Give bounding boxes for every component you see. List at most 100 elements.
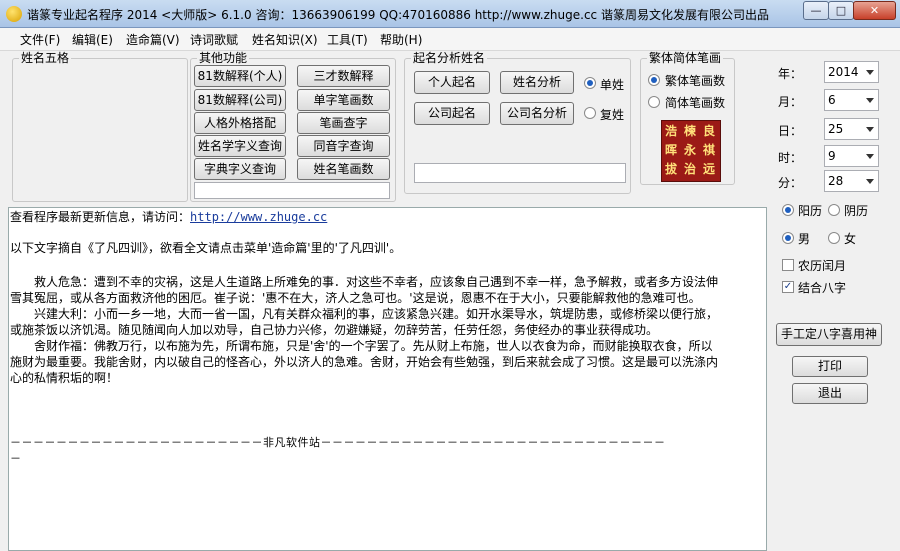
window-title: 谐篆专业起名程序 2014 <大师版> 6.1.0 咨询：13663906199…	[27, 8, 769, 22]
name-analysis-input[interactable]	[414, 163, 626, 183]
traditional-label: 繁体笔画数	[665, 74, 726, 88]
menu-bar: 文件(F) 编辑(E) 造命篇(V) 诗词歌赋 姓名知识(X) 工具(T) 帮助…	[0, 28, 900, 51]
btn-name-strokes[interactable]: 姓名笔画数	[297, 158, 390, 180]
radio-traditional[interactable]	[648, 74, 660, 86]
radio-single-surname[interactable]	[584, 77, 596, 89]
stroke-type-group: 繁体简体笔画 繁体笔画数 简体笔画数 浩 楝 良 晖 永 祺 拔 治 远	[640, 51, 735, 185]
bazi-label: 结合八字	[798, 281, 847, 295]
leap-month-checkbox[interactable]	[782, 259, 794, 271]
char-tile: 永	[683, 143, 696, 157]
manual-bazi-button[interactable]: 手工定八字喜用神	[776, 323, 882, 346]
para2-line2: 或施茶饭以济饥渴。随见随闻向人加以劝导，自己协力兴修，勿避嫌疑，勿辞劳苦，任劳任…	[10, 323, 659, 337]
btn-homophone[interactable]: 同音字查询	[297, 135, 390, 157]
print-button[interactable]: 打印	[792, 356, 868, 377]
radio-male[interactable]	[782, 232, 794, 244]
divider-tail: －	[10, 452, 21, 465]
char-tile: 良	[702, 124, 715, 138]
calligraphy-image: 浩 楝 良 晖 永 祺 拔 治 远	[661, 120, 721, 182]
btn-company-analysis[interactable]: 公司名分析	[500, 102, 574, 125]
char-tile: 晖	[664, 143, 677, 157]
solar-label: 阳历	[798, 204, 823, 218]
para3-line2: 施财为最重要。我能舍财，内以破自己的怪吝心，外以济人的急难。舍财，开始会有些勉强…	[10, 355, 719, 369]
title-bar: 谐篆专业起名程序 2014 <大师版> 6.1.0 咨询：13663906199…	[0, 0, 900, 28]
menu-fate[interactable]: 造命篇(V)	[126, 31, 180, 48]
day-label: 日：	[778, 124, 803, 138]
menu-poetry[interactable]: 诗词歌赋	[190, 31, 238, 48]
btn-company-naming[interactable]: 公司起名	[414, 102, 490, 125]
chevron-down-icon	[866, 70, 874, 75]
radio-solar[interactable]	[782, 204, 794, 216]
para1-line2: 雪其冤屈，或从各方面救济他的困厄。崔子说：'惠不在大，济人之急可也。'这是说，恩…	[10, 291, 701, 305]
bazi-checkbox[interactable]: ✓	[782, 281, 794, 293]
close-button[interactable]: ✕	[853, 1, 896, 20]
month-value: 6	[828, 93, 836, 107]
minimize-button[interactable]: —	[803, 1, 829, 20]
month-select[interactable]: 6	[824, 89, 879, 111]
para3-line3: 心的私情积垢的啊！	[10, 371, 119, 385]
update-text: 查看程序最新更新信息，请访问：	[10, 210, 191, 224]
btn-personal-naming[interactable]: 个人起名	[414, 71, 490, 94]
exit-button[interactable]: 退出	[792, 383, 868, 404]
btn-name-meaning[interactable]: 姓名学字义查询	[194, 135, 286, 157]
double-surname-label: 复姓	[600, 108, 625, 122]
btn-81-company[interactable]: 81数解释(公司)	[194, 89, 286, 111]
other-functions-input[interactable]	[194, 182, 390, 199]
char-tile: 治	[683, 162, 696, 176]
hour-select[interactable]: 9	[824, 145, 879, 167]
chevron-down-icon	[866, 127, 874, 132]
menu-tools[interactable]: 工具(T)	[327, 31, 368, 48]
char-tile: 拔	[664, 162, 677, 176]
btn-81-personal[interactable]: 81数解释(个人)	[194, 65, 286, 87]
minute-value: 28	[828, 174, 844, 188]
radio-simplified[interactable]	[648, 96, 660, 108]
char-tile: 浩	[664, 124, 677, 138]
menu-edit[interactable]: 编辑(E)	[72, 31, 113, 48]
btn-dictionary-meaning[interactable]: 字典字义查询	[194, 158, 286, 180]
char-tile: 祺	[702, 143, 715, 157]
minute-label: 分：	[778, 176, 803, 190]
maximize-button[interactable]: □	[828, 1, 854, 20]
para3-line1: 舍财作福：佛教万行，以布施为先，所谓布施，只是'舍'的一个字罢了。先从财上布施，…	[34, 339, 713, 353]
leap-month-label: 农历闰月	[798, 259, 847, 273]
intro-line: 以下文字摘自《了凡四训》，欲看全文请点击菜单'造命篇'里的'了凡四训'。	[10, 241, 402, 255]
website-link[interactable]: http://www.zhuge.cc	[190, 210, 327, 224]
female-label: 女	[844, 232, 857, 246]
year-select[interactable]: 2014	[824, 61, 879, 83]
single-surname-label: 单姓	[600, 78, 625, 92]
name-analysis-group: 起名分析姓名 个人起名 姓名分析 单姓 公司起名 公司名分析 复姓	[404, 51, 631, 194]
menu-help[interactable]: 帮助(H)	[380, 31, 422, 48]
year-value: 2014	[828, 65, 859, 79]
para2-line1: 兴建大利：小而一乡一地，大而一省一国，凡有关群众福利的事，应该紧急兴建。如开水渠…	[34, 307, 719, 321]
char-tile: 楝	[683, 124, 696, 138]
chevron-down-icon	[866, 98, 874, 103]
name-analysis-label: 起名分析姓名	[411, 51, 488, 65]
other-functions-group: 其他功能 81数解释(个人) 三才数解释 81数解释(公司) 单字笔画数 人格外…	[190, 51, 396, 202]
lunar-label: 阴历	[844, 204, 869, 218]
male-label: 男	[798, 232, 811, 246]
hour-label: 时：	[778, 151, 803, 165]
hour-value: 9	[828, 149, 836, 163]
btn-sancai[interactable]: 三才数解释	[297, 65, 390, 87]
radio-lunar[interactable]	[828, 204, 840, 216]
chevron-down-icon	[866, 154, 874, 159]
btn-name-analysis[interactable]: 姓名分析	[500, 71, 574, 94]
wuge-group-label: 姓名五格	[19, 51, 72, 65]
radio-double-surname[interactable]	[584, 107, 596, 119]
content-textarea[interactable]: 查看程序最新更新信息，请访问：http://www.zhuge.cc 以下文字摘…	[8, 207, 767, 551]
update-line: 查看程序最新更新信息，请访问：http://www.zhuge.cc	[10, 210, 327, 225]
simplified-label: 简体笔画数	[665, 96, 726, 110]
app-icon	[6, 6, 22, 22]
year-label: 年：	[778, 67, 803, 81]
minute-select[interactable]: 28	[824, 170, 879, 192]
btn-stroke-lookup[interactable]: 笔画查字	[297, 112, 390, 134]
stroke-type-label: 繁体简体笔画	[647, 51, 724, 65]
menu-file[interactable]: 文件(F)	[20, 31, 60, 48]
radio-female[interactable]	[828, 232, 840, 244]
menu-name-knowledge[interactable]: 姓名知识(X)	[252, 31, 318, 48]
other-functions-label: 其他功能	[197, 51, 250, 65]
btn-single-char-strokes[interactable]: 单字笔画数	[297, 89, 390, 111]
day-select[interactable]: 25	[824, 118, 879, 140]
char-tile: 远	[702, 162, 715, 176]
wuge-group: 姓名五格	[12, 51, 188, 202]
btn-renge-waige[interactable]: 人格外格搭配	[194, 112, 286, 134]
